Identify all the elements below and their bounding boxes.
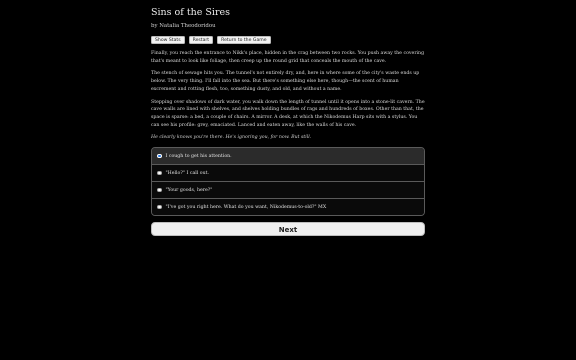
- next-button[interactable]: Next: [151, 222, 425, 237]
- radio-button[interactable]: [157, 187, 162, 193]
- story-text: Finally, you reach the entrance to Nikk'…: [151, 50, 425, 142]
- game-title: Sins of the Sires: [151, 7, 230, 18]
- choice-list: I cough to get his attention. "Hello?" I…: [151, 147, 425, 217]
- story-paragraph: Stepping over shadows of dark water, you…: [151, 99, 425, 128]
- choice-option[interactable]: "Your goods, here?": [152, 181, 424, 199]
- story-column: Sins of the Sires by Natalia Theodoridou…: [151, 0, 425, 237]
- choice-option[interactable]: "I've got you right here. What do you wa…: [152, 198, 424, 216]
- story-paragraph: The stench of sewage hits you. The tunne…: [151, 71, 420, 92]
- choice-option[interactable]: "Hello?" I call out.: [152, 164, 424, 182]
- story-prompt: He clearly knows you're there. He's igno…: [151, 135, 312, 141]
- choice-label: I cough to get his attention.: [165, 153, 232, 159]
- radio-button-checked[interactable]: [157, 153, 162, 159]
- choice-label: "Your goods, here?": [165, 187, 213, 193]
- game-byline: by Natalia Theodoridou: [151, 23, 216, 29]
- choice-label: "Hello?" I call out.: [165, 170, 209, 176]
- game-page: Sins of the Sires by Natalia Theodoridou…: [0, 0, 576, 360]
- restart-button[interactable]: Restart: [188, 36, 214, 44]
- show-stats-button[interactable]: Show Stats: [151, 36, 185, 44]
- story-paragraph: Finally, you reach the entrance to Nikk'…: [151, 51, 425, 64]
- choice-label: "I've got you right here. What do you wa…: [165, 204, 327, 210]
- toolbar: Show Stats Restart Return to the Game: [151, 36, 425, 44]
- radio-button[interactable]: [157, 204, 162, 210]
- radio-button[interactable]: [157, 170, 162, 176]
- return-to-game-button[interactable]: Return to the Game: [217, 36, 271, 44]
- choice-option[interactable]: I cough to get his attention.: [152, 148, 424, 165]
